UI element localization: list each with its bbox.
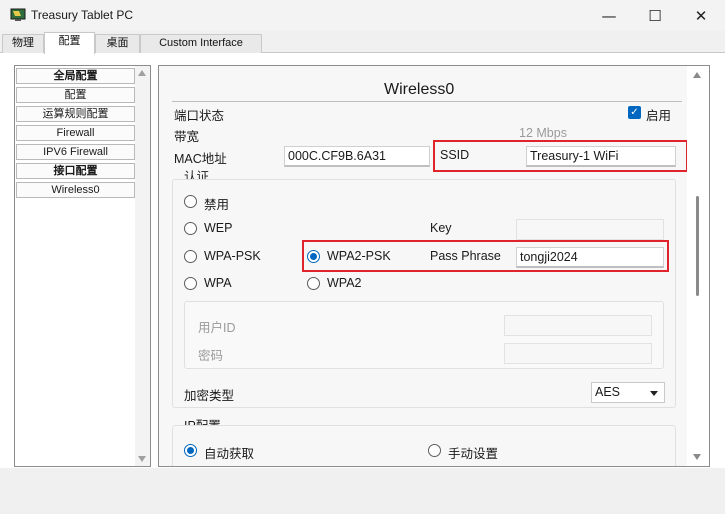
wpa-radio[interactable] (184, 277, 197, 290)
wpa2-psk-label: WPA2-PSK (327, 249, 391, 263)
port-status-label: 端口状态 (174, 109, 225, 123)
maximize-button[interactable]: ☐ (632, 0, 678, 31)
tab-strip: 物理 配置 桌面 Custom Interface (0, 31, 725, 54)
wpa-psk-radio[interactable] (184, 250, 197, 263)
sidebar-item-settings[interactable]: 配置 (16, 87, 135, 103)
tab-desktop[interactable]: 桌面 (95, 34, 140, 53)
app-icon (10, 8, 26, 21)
wpa2-psk-radio[interactable] (307, 250, 320, 263)
wpa2-radio[interactable] (307, 277, 320, 290)
wpa2-label: WPA2 (327, 276, 362, 290)
sidebar-scrollbar[interactable] (135, 66, 150, 466)
ssid-field[interactable]: Treasury-1 WiFi (526, 146, 676, 167)
ssid-label: SSID (440, 148, 470, 162)
encryption-type-label: 加密类型 (184, 389, 235, 403)
wpa-psk-label: WPA-PSK (204, 249, 261, 263)
key-field[interactable] (516, 219, 664, 240)
user-id-field[interactable] (504, 315, 652, 336)
pass-phrase-field[interactable]: tongji2024 (516, 247, 664, 268)
static-ip-radio[interactable] (428, 444, 441, 457)
sidebar-item-global-settings[interactable]: 全局配置 (16, 68, 135, 84)
enable-checkbox[interactable]: ✓ (628, 106, 641, 119)
static-ip-label: 手动设置 (448, 447, 499, 461)
dhcp-label: 自动获取 (204, 447, 255, 461)
bandwidth-label: 带宽 (174, 130, 200, 144)
auth-disabled-label: 禁用 (204, 198, 230, 212)
sidebar-item-algorithm-settings[interactable]: 运算规则配置 (16, 106, 135, 122)
mac-address-label: MAC地址 (174, 152, 227, 166)
title-bar: Treasury Tablet PC — ☐ ✕ (0, 0, 725, 31)
wep-radio[interactable] (184, 222, 197, 235)
encryption-type-select[interactable]: AES (591, 382, 665, 403)
panel-scrollbar[interactable] (687, 66, 709, 466)
close-button[interactable]: ✕ (678, 0, 724, 31)
tab-custom-interface[interactable]: Custom Interface (140, 34, 262, 53)
scrollbar-thumb[interactable] (696, 196, 699, 296)
title-divider (172, 101, 682, 102)
content-area: 全局配置 配置 运算规则配置 Firewall IPV6 Firewall 接口… (0, 53, 725, 514)
wpa-label: WPA (204, 276, 232, 290)
auth-disabled-radio[interactable] (184, 195, 197, 208)
scroll-up-icon[interactable] (138, 70, 146, 76)
wep-label: WEP (204, 221, 233, 235)
key-label: Key (430, 221, 452, 235)
minimize-button[interactable]: — (586, 0, 632, 31)
window-title: Treasury Tablet PC (31, 8, 134, 22)
dhcp-radio[interactable] (184, 444, 197, 457)
panel-title: Wireless0 (384, 81, 455, 98)
mac-address-field[interactable]: 000C.CF9B.6A31 (284, 146, 430, 167)
sidebar: 全局配置 配置 运算规则配置 Firewall IPV6 Firewall 接口… (14, 65, 151, 467)
sidebar-item-ipv6-firewall[interactable]: IPV6 Firewall (16, 144, 135, 160)
enable-label: 启用 (646, 109, 672, 123)
tab-config[interactable]: 配置 (44, 32, 95, 54)
user-id-label: 用户ID (198, 321, 236, 335)
chevron-down-icon (650, 391, 658, 396)
bottom-bar (0, 468, 725, 514)
password-field[interactable] (504, 343, 652, 364)
tab-physical[interactable]: 物理 (2, 34, 44, 53)
wireless-settings-panel: Wireless0 端口状态 ✓ 启用 带宽 12 Mbps MAC地址 000… (158, 65, 710, 467)
auth-group (172, 179, 676, 408)
scroll-up-icon[interactable] (693, 72, 701, 78)
scroll-down-icon[interactable] (138, 456, 146, 462)
scroll-down-icon[interactable] (693, 454, 701, 460)
sidebar-item-wireless0[interactable]: Wireless0 (16, 182, 135, 198)
sidebar-item-firewall[interactable]: Firewall (16, 125, 135, 141)
sidebar-item-interface-config[interactable]: 接口配置 (16, 163, 135, 179)
pass-phrase-label: Pass Phrase (430, 249, 501, 263)
password-label: 密码 (198, 349, 224, 363)
encryption-type-value: AES (595, 385, 621, 399)
